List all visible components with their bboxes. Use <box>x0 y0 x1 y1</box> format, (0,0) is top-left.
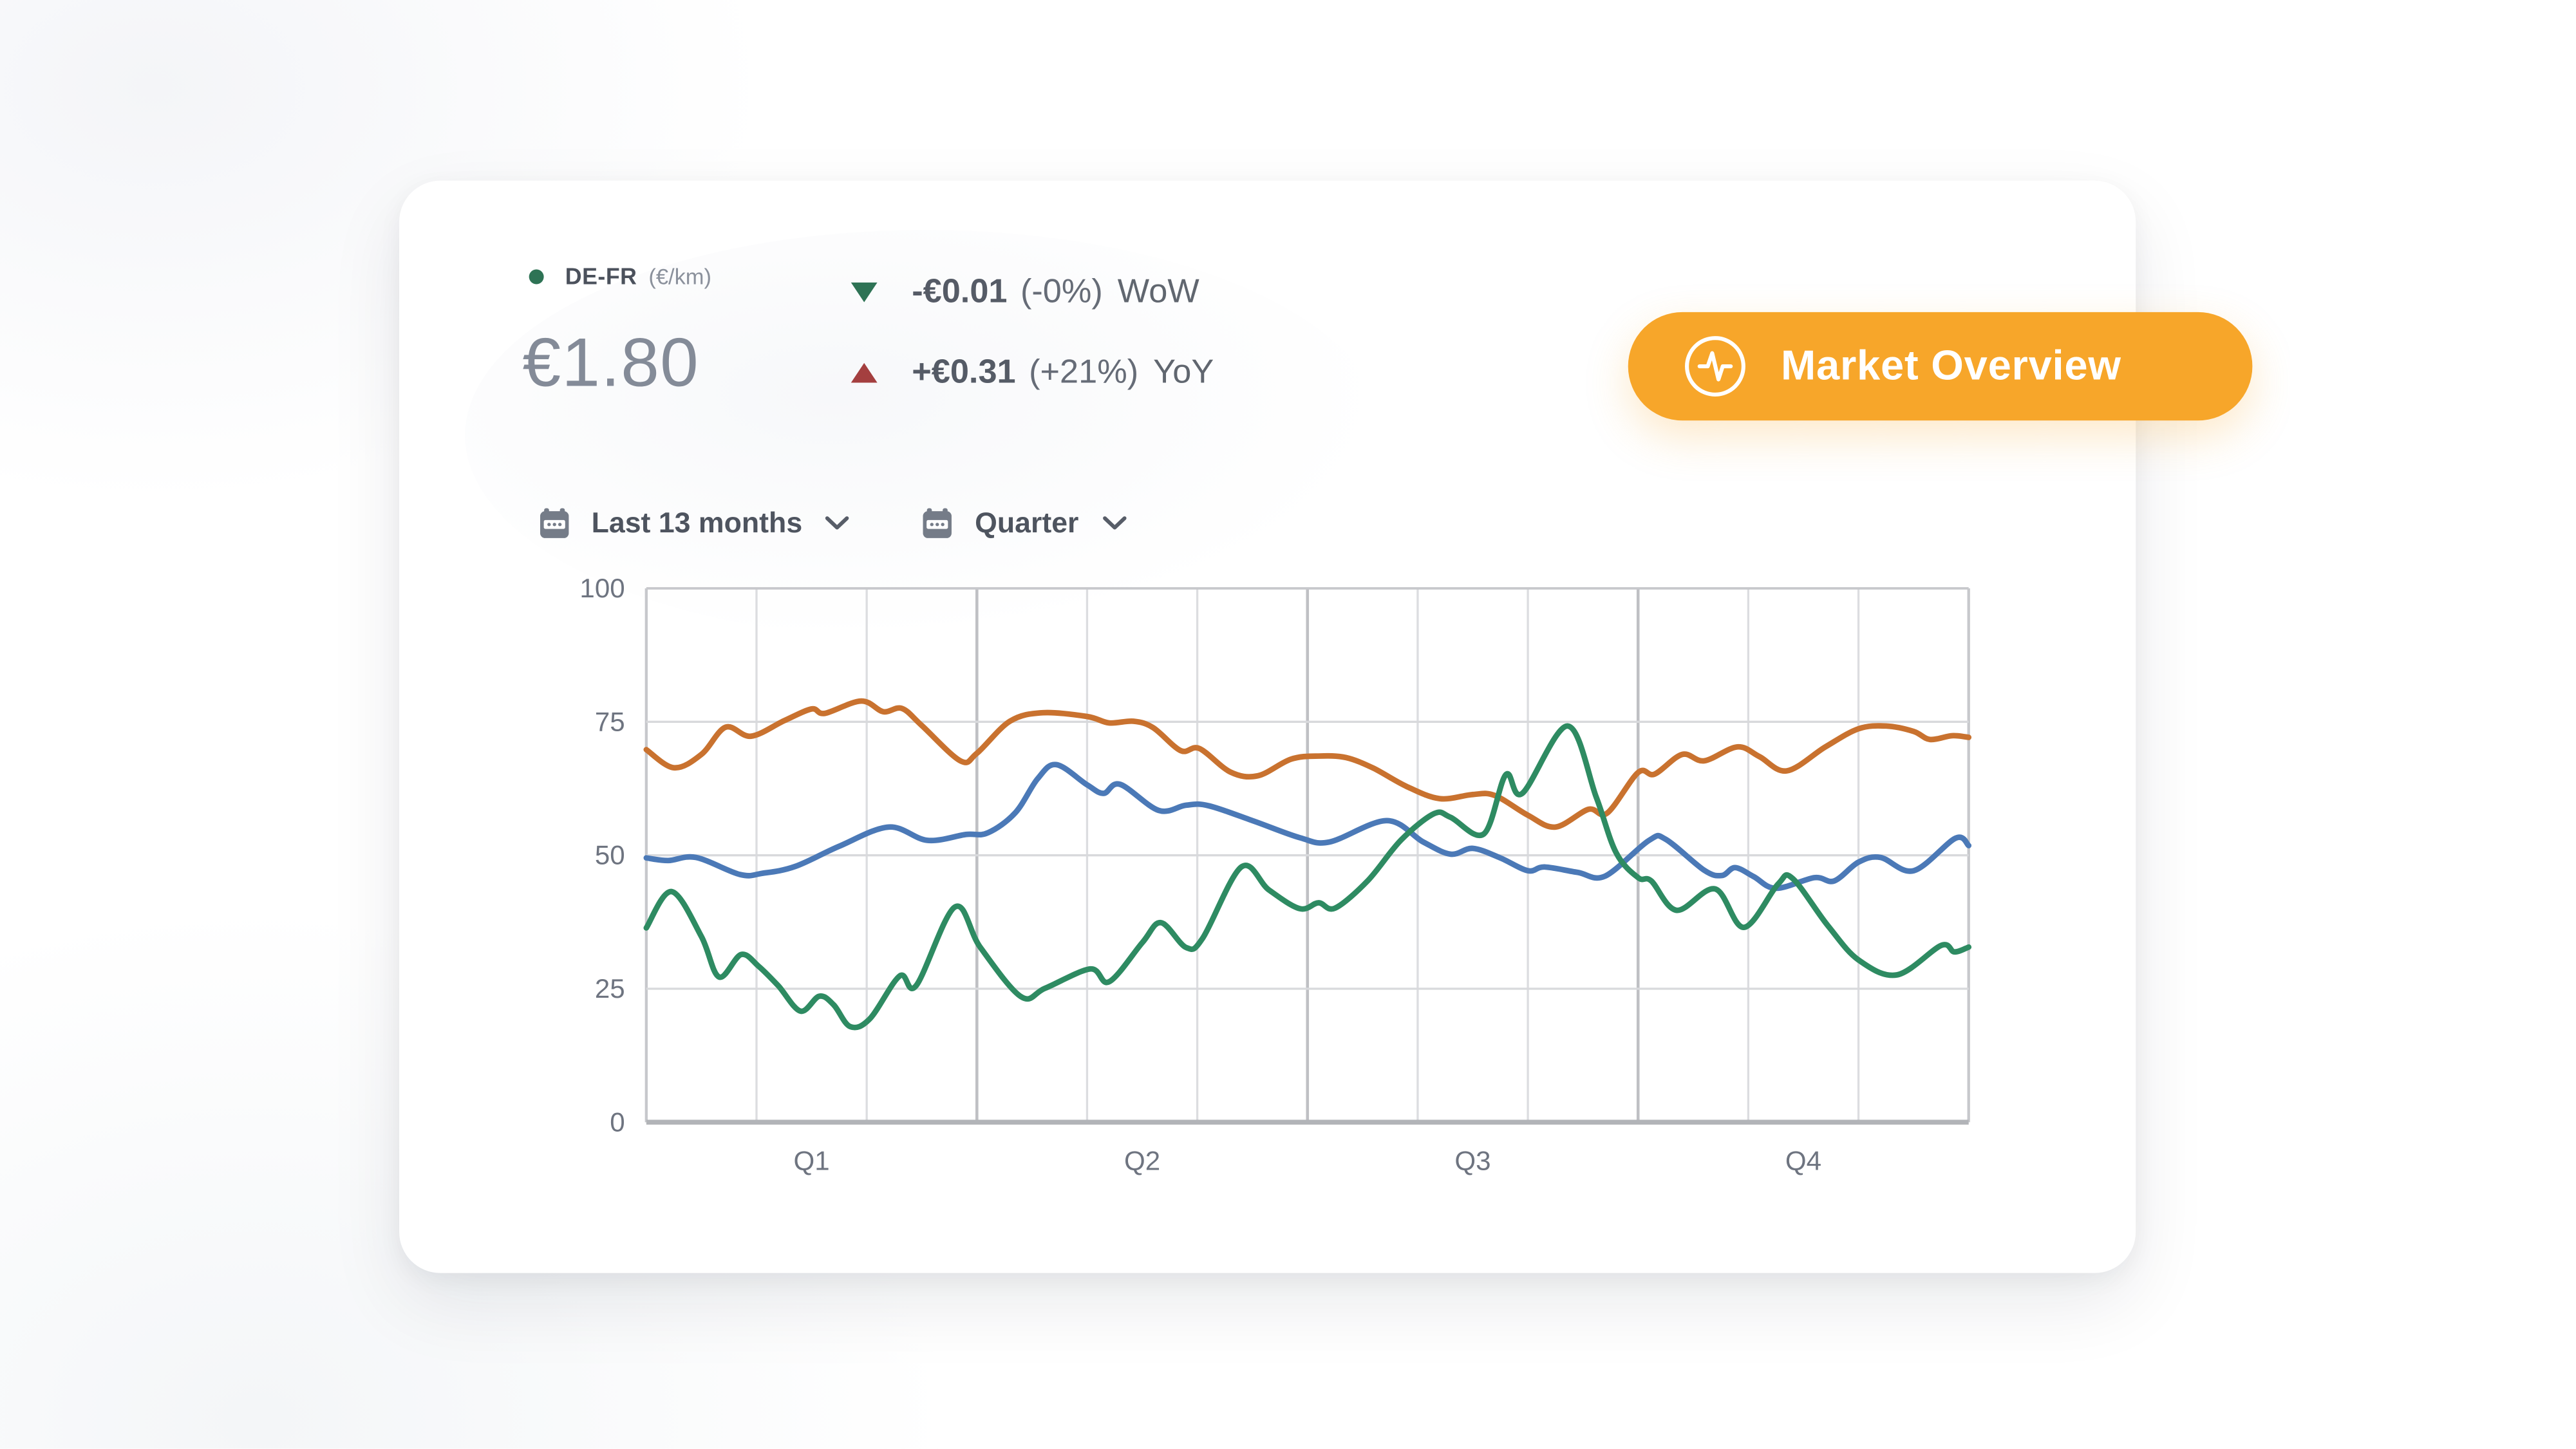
y-tick-label: 100 <box>579 573 625 603</box>
y-tick-label: 50 <box>595 840 625 870</box>
wow-period-label: WoW <box>1118 273 1199 312</box>
x-tick-label: Q3 <box>1454 1145 1490 1175</box>
x-tick-label: Q4 <box>1785 1145 1821 1175</box>
market-overview-button[interactable]: Market Overview <box>1628 312 2253 420</box>
x-axis-labels: Q1 Q2 Q3 Q4 <box>793 1145 1821 1175</box>
dashboard-stage: DE-FR (€/km) €1.80 -€0.01 (-0%) WoW +€0.… <box>0 0 2576 1449</box>
granularity-dropdown[interactable]: Quarter <box>922 506 1126 541</box>
wow-delta: -€0.01 <box>912 273 1007 312</box>
yoy-delta: +€0.31 <box>912 353 1015 393</box>
metric-series-unit: (€/km) <box>648 264 711 288</box>
y-axis-labels: 100 75 50 25 0 <box>579 573 625 1137</box>
triangle-down-icon <box>851 283 878 303</box>
price-line-chart[interactable]: 100 75 50 25 0 Q1 Q2 Q3 Q4 <box>559 559 2013 1216</box>
metric-value: €1.80 <box>522 324 699 402</box>
wow-percent: (-0%) <box>1020 273 1103 312</box>
series-dot-icon <box>529 268 544 283</box>
date-range-dropdown[interactable]: Last 13 months <box>539 506 850 541</box>
yoy-period-label: YoY <box>1153 353 1214 393</box>
date-range-label: Last 13 months <box>592 506 803 541</box>
x-tick-label: Q2 <box>1124 1145 1160 1175</box>
x-tick-label: Q1 <box>793 1145 829 1175</box>
calendar-icon <box>922 507 953 538</box>
metric-legend: DE-FR (€/km) <box>529 263 711 289</box>
triangle-up-icon <box>851 363 878 383</box>
metric-series-label: DE-FR <box>565 263 637 289</box>
yoy-percent: (+21%) <box>1029 353 1138 393</box>
chart-gridlines <box>646 588 1969 1122</box>
pulse-icon <box>1682 333 1748 399</box>
chevron-down-icon <box>825 516 850 530</box>
y-tick-label: 75 <box>595 706 625 736</box>
market-overview-label: Market Overview <box>1781 342 2121 390</box>
y-tick-label: 25 <box>595 973 625 1004</box>
wow-indicator: -€0.01 (-0%) WoW <box>851 273 1199 312</box>
filter-bar: Last 13 months Quarter <box>539 506 1126 541</box>
calendar-icon <box>539 507 570 538</box>
yoy-indicator: +€0.31 (+21%) YoY <box>851 353 1214 393</box>
granularity-label: Quarter <box>975 506 1078 541</box>
chevron-down-icon <box>1102 516 1126 530</box>
y-tick-label: 0 <box>610 1107 625 1137</box>
